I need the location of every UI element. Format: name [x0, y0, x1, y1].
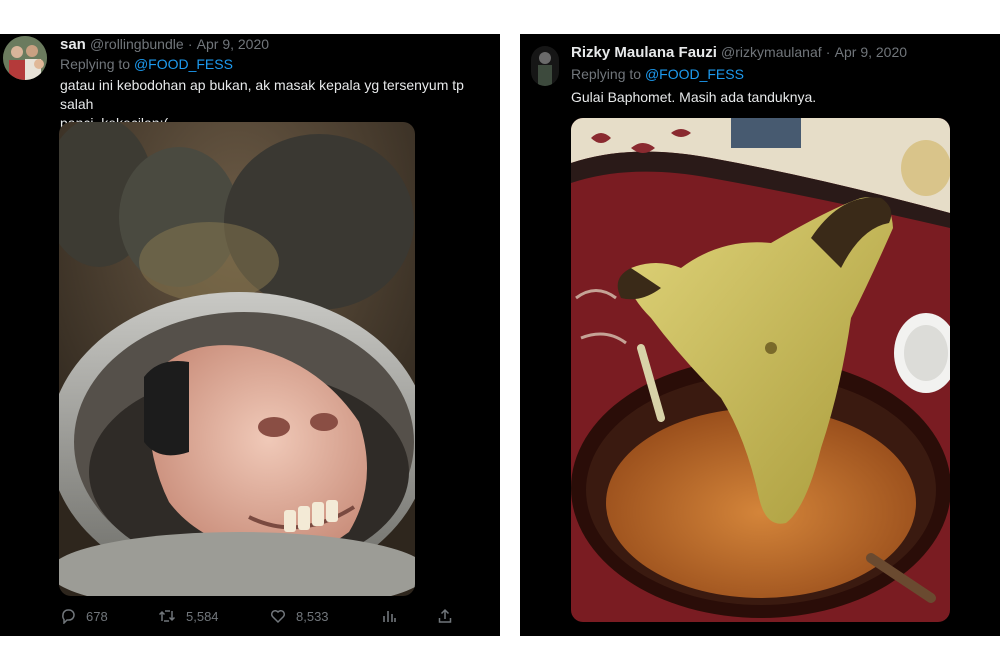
separator-dot: ·: [187, 36, 193, 52]
retweet-count: 5,584: [186, 608, 219, 624]
tweet-right: Rizky Maulana Fauzi @rizkymaulanaf · Apr…: [520, 34, 1000, 636]
tweet-date[interactable]: Apr 9, 2020: [835, 44, 907, 60]
avatar-rizky[interactable]: [531, 46, 559, 86]
tweet-actions: 678 5,584 8,533: [60, 608, 460, 628]
replying-prefix: Replying to: [60, 56, 131, 72]
mention-link[interactable]: @FOOD_FESS: [645, 66, 744, 82]
handle[interactable]: @rollingbundle: [90, 36, 184, 52]
replying-to: Replying to @FOOD_FESS: [571, 66, 744, 82]
reply-count: 678: [86, 608, 108, 624]
tweet-photo-goat-head[interactable]: [59, 122, 415, 596]
like-count: 8,533: [296, 608, 329, 624]
separator-dot: ·: [825, 44, 831, 60]
tweet-header: san @rollingbundle · Apr 9, 2020: [60, 36, 269, 53]
retweet-icon: [158, 610, 176, 622]
heart-icon: [270, 609, 286, 624]
tweet-left: san @rollingbundle · Apr 9, 2020 Replyin…: [0, 34, 500, 636]
like-button[interactable]: 8,533: [270, 608, 329, 624]
share-button[interactable]: [437, 608, 453, 624]
share-icon: [438, 608, 452, 623]
display-name[interactable]: Rizky Maulana Fauzi: [571, 44, 717, 61]
replying-to: Replying to @FOOD_FESS: [60, 56, 233, 72]
analytics-icon: [383, 611, 396, 622]
analytics-button[interactable]: [381, 608, 397, 624]
mention-link[interactable]: @FOOD_FESS: [134, 56, 233, 72]
tweet-text: Gulai Baphomet. Masih ada tanduknya.: [571, 89, 817, 105]
retweet-button[interactable]: 5,584: [158, 608, 219, 624]
reply-button[interactable]: 678: [60, 608, 108, 624]
avatar-san[interactable]: [3, 36, 47, 80]
reply-icon: [62, 609, 75, 624]
display-name[interactable]: san: [60, 36, 86, 53]
tweet-header: Rizky Maulana Fauzi @rizkymaulanaf · Apr…: [571, 44, 907, 61]
replying-prefix: Replying to: [571, 66, 642, 82]
handle[interactable]: @rizkymaulanaf: [721, 44, 822, 60]
tweet-date[interactable]: Apr 9, 2020: [197, 36, 269, 52]
tweet-text-line: gatau ini kebodohan ap bukan, ak masak k…: [60, 77, 464, 112]
tweet-photo-goat-curry[interactable]: [571, 118, 950, 622]
